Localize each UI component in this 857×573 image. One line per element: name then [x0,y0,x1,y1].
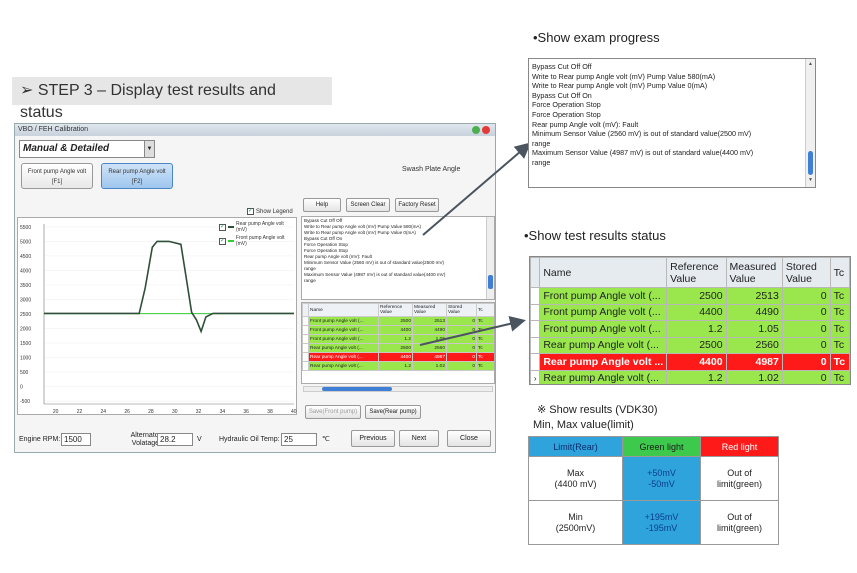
cell-reference: 2500 [666,287,727,305]
cell-name: Rear pump Angle volt (... [539,369,668,384]
table-row[interactable]: Rear pump Angle volt ... 4400 4987 0 Tc [530,353,850,371]
cell-tc: Tc [829,369,850,384]
arrow-to-exam-progress [422,142,532,236]
show-results-title: ※ Show results (VDK30) [537,404,658,416]
cell-stored: 0 [781,320,831,338]
arrow-to-test-status [419,315,526,346]
limit-cell: Max (4400 mV) [528,456,623,501]
cell-stored: 0 [781,336,831,354]
table-row[interactable]: Rear pump Angle volt (... 2500 2560 0 Tc [530,336,850,354]
exam-progress-heading: •Show exam progress [533,30,660,45]
table-row[interactable]: Front pump Angle volt (...440044900Tc [530,303,850,321]
exam-log-line: range [532,138,551,148]
cell-measured: 1.05 [725,320,783,338]
exam-scroll-thumb[interactable] [808,151,813,175]
cell-tc: Tc [829,336,850,354]
green-light-header: Green light [622,436,701,457]
column-header[interactable]: Name [539,257,668,288]
show-results-subtitle: Min, Max value(limit) [533,419,634,431]
exam-log-line: Maximum Sensor Value (4987 mV) is out of… [532,148,754,158]
column-header[interactable]: Stored Value [781,257,831,288]
column-header[interactable]: Tc [829,257,850,288]
cell-reference: 4400 [666,353,727,371]
green-light-cell: +195mV -195mV [622,500,701,545]
cell-measured: 2513 [725,287,783,305]
test-status-heading: •Show test results status [524,228,666,243]
cell-stored: 0 [781,369,831,384]
red-light-cell: Out of limit(green) [700,500,779,545]
cell-tc: Tc [829,303,850,321]
cell-stored: 0 [781,353,831,371]
row-indicator [530,303,541,321]
limit-table: Limit(Rear) Green light Red light Max (4… [528,436,779,545]
table-row[interactable]: Front pump Angle volt (... 1.2 1.05 0 Tc [530,320,850,338]
table-row: Max (4400 mV) +50mV -50mV Out of limit(gre… [528,456,779,501]
cell-measured: 4490 [725,303,783,321]
exam-log-line: Rear pump Angle volt (mV): Fault [532,119,639,129]
cell-name: Front pump Angle volt (... [539,320,668,338]
table-row[interactable]: › Rear pump Angle volt (... 1.2 1.02 0 Tc [530,369,850,384]
column-header[interactable]: Measured Value [725,257,783,288]
cell-name: Rear pump Angle volt (... [539,336,668,354]
cell-reference: 2500 [666,336,727,354]
row-indicator-header [530,257,541,288]
test-status-table: Name Reference Value Measured Value Stor… [529,256,851,385]
cell-reference: 1.2 [666,369,727,384]
cell-tc: Tc [829,320,850,338]
red-light-header: Red light [700,436,779,457]
row-indicator [530,336,541,354]
exam-scrollbar[interactable]: ▲ ▼ [805,59,815,187]
row-indicator [530,287,541,305]
cell-name: Front pump Angle volt (... [539,303,668,321]
red-light-cell: Out of limit(green) [700,456,779,501]
scroll-up-icon[interactable]: ▲ [807,60,814,70]
row-indicator [530,353,541,371]
exam-log-line: Write to Rear pump Angle volt (mV) Pump … [532,81,708,91]
exam-log-line: Bypass Cut Off Off [532,62,592,71]
current-row-icon: › [530,369,541,384]
green-light-cell: +50mV -50mV [622,456,701,501]
limit-header: Limit(Rear) [528,436,623,457]
cell-measured: 4987 [725,353,783,371]
table-row: Min (2500mV) +195mV -195mV Out of limit(gr… [528,500,779,545]
table-row[interactable]: Front pump Angle volt (... 2500 2513 0 Tc [530,287,850,305]
cell-name: Front pump Angle volt (... [539,287,668,305]
cell-reference: 1.2 [666,320,727,338]
exam-log-line: Force Operation Stop [532,109,601,119]
column-header[interactable]: Reference Value [666,257,727,288]
cell-stored: 0 [781,287,831,305]
cell-measured: 2560 [725,336,783,354]
row-indicator [530,320,541,338]
exam-progress-log[interactable]: Bypass Cut Off Off Write to Rear pump An… [528,58,816,188]
scroll-down-icon[interactable]: ▼ [807,176,814,186]
cell-tc: Tc [829,287,850,305]
exam-log-line: Bypass Cut Off On [532,90,592,100]
exam-log-line: Write to Rear pump Angle volt (mV) Pump … [532,71,716,81]
cell-name: Rear pump Angle volt ... [539,353,668,371]
exam-log-line: Force Operation Stop [532,100,601,110]
exam-log-line: Minimum Sensor Value (2560 mV) is out of… [532,129,752,139]
limit-cell: Min (2500mV) [528,500,623,545]
cell-tc: Tc [829,353,850,371]
exam-log-line: range [532,157,551,167]
cell-reference: 4400 [666,303,727,321]
cell-stored: 0 [781,303,831,321]
cell-measured: 1.02 [725,369,783,384]
